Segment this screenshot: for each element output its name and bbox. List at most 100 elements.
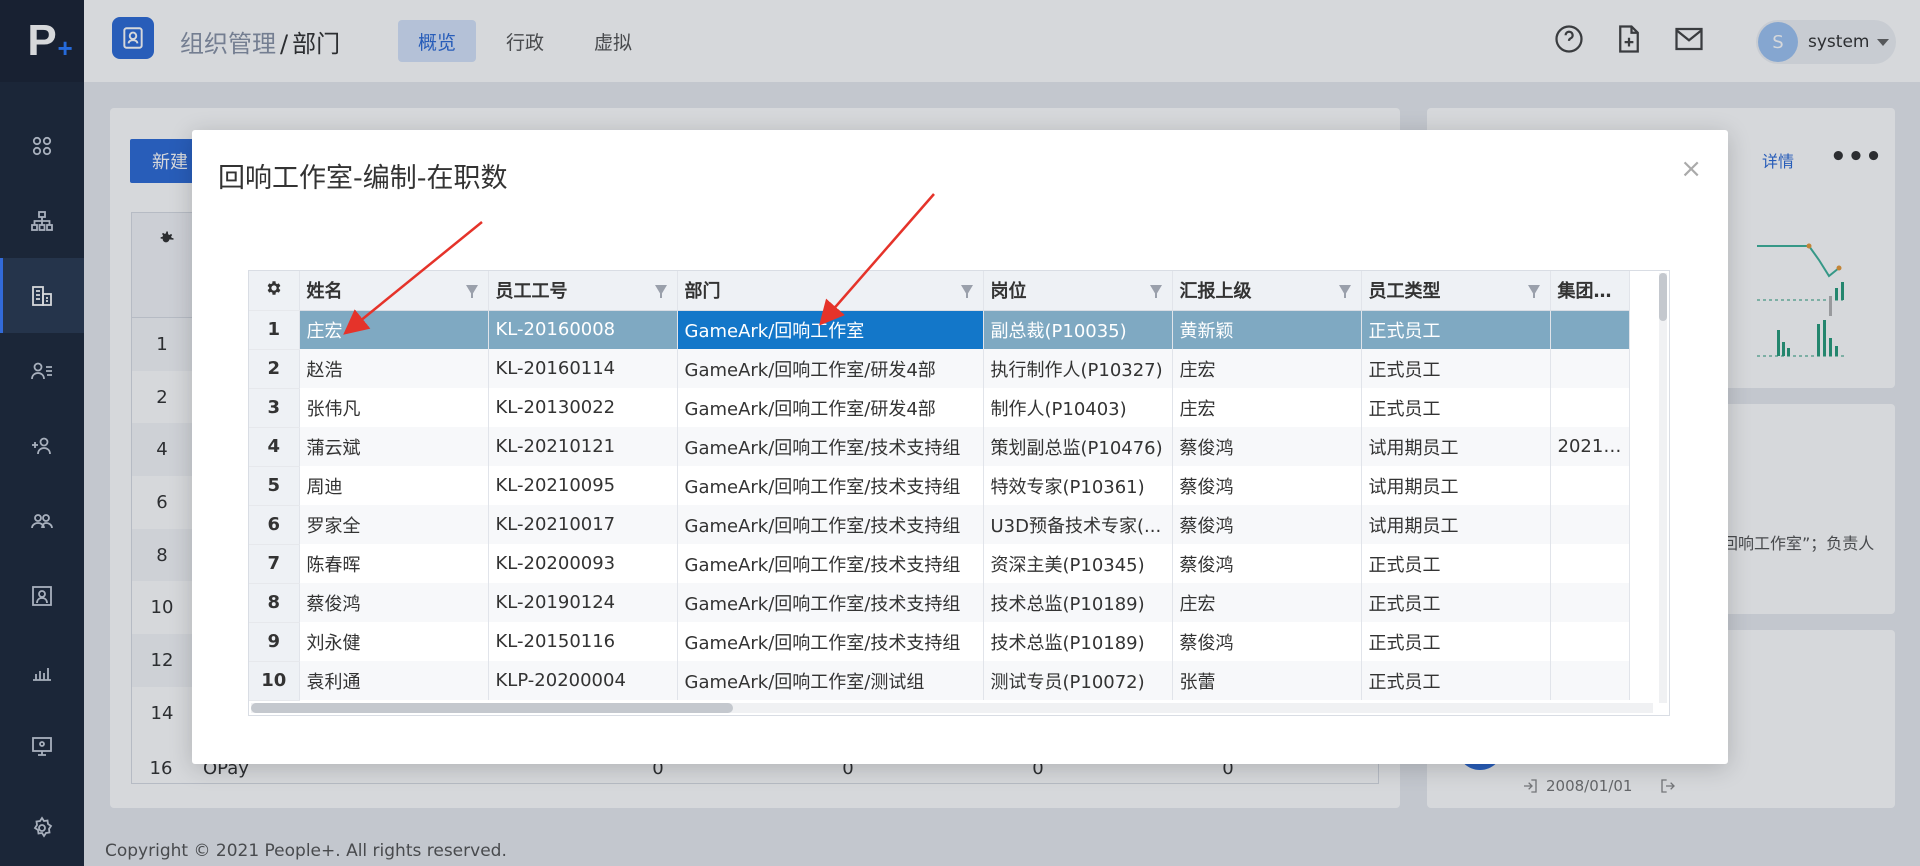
cell-department[interactable]: GameArk/回响工作室/技术支持组: [677, 466, 984, 505]
table-row[interactable]: 3 张伟凡 KL-20130022 GameArk/回响工作室/研发4部 制作人(P10…: [249, 388, 1630, 428]
cell-employee-type[interactable]: 正式员工: [1361, 349, 1551, 388]
column-header-department[interactable]: 部门: [677, 271, 984, 311]
cell-employee-type[interactable]: 正式员工: [1361, 622, 1551, 661]
cell-join-date[interactable]: [1550, 310, 1630, 349]
cell-join-date[interactable]: [1550, 466, 1630, 505]
cell-position[interactable]: 技术总监(P10189): [983, 583, 1173, 622]
column-header-name[interactable]: 姓名: [299, 271, 489, 311]
cell-name[interactable]: 周迪: [299, 466, 489, 505]
cell-name[interactable]: 罗家全: [299, 505, 489, 544]
column-header-employee-type[interactable]: 员工类型: [1361, 271, 1551, 311]
cell-manager[interactable]: 张蕾: [1172, 661, 1362, 700]
column-header-join-date[interactable]: 集团入职日期: [1550, 271, 1630, 311]
cell-employee-id[interactable]: KL-20150116: [488, 622, 678, 661]
cell-employee-type[interactable]: 正式员工: [1361, 661, 1551, 700]
cell-name[interactable]: 庄宏: [299, 310, 489, 349]
column-settings[interactable]: [249, 271, 300, 311]
cell-employee-id[interactable]: KL-20130022: [488, 388, 678, 427]
cell-employee-id[interactable]: KL-20210017: [488, 505, 678, 544]
cell-department[interactable]: GameArk/回响工作室/测试组: [677, 661, 984, 700]
horizontal-scrollbar[interactable]: [251, 703, 1653, 713]
filter-icon[interactable]: [654, 285, 667, 298]
cell-manager[interactable]: 黄新颖: [1172, 310, 1362, 349]
cell-employee-id[interactable]: KL-20200093: [488, 544, 678, 583]
cell-join-date[interactable]: [1550, 661, 1630, 700]
cell-manager[interactable]: 蔡俊鸿: [1172, 466, 1362, 505]
cell-manager[interactable]: 蔡俊鸿: [1172, 544, 1362, 583]
column-header-position[interactable]: 岗位: [983, 271, 1173, 311]
cell-department[interactable]: GameArk/回响工作室/技术支持组: [677, 622, 984, 661]
cell-department[interactable]: GameArk/回响工作室/研发4部: [677, 349, 984, 388]
cell-department[interactable]: GameArk/回响工作室/研发4部: [677, 388, 984, 427]
column-header-employee-id[interactable]: 员工工号: [488, 271, 678, 311]
cell-join-date[interactable]: [1550, 583, 1630, 622]
cell-employee-id[interactable]: KL-20160114: [488, 349, 678, 388]
cell-manager[interactable]: 蔡俊鸿: [1172, 427, 1362, 466]
cell-employee-id[interactable]: KL-20210095: [488, 466, 678, 505]
cell-position[interactable]: 制作人(P10403): [983, 388, 1173, 427]
cell-position[interactable]: 测试专员(P10072): [983, 661, 1173, 700]
cell-employee-type[interactable]: 正式员工: [1361, 388, 1551, 427]
table-row[interactable]: 1 庄宏 KL-20160008 GameArk/回响工作室 副总裁(P10035) 黄新…: [249, 310, 1630, 350]
cell-join-date[interactable]: [1550, 505, 1630, 544]
filter-icon[interactable]: [960, 285, 973, 298]
cell-name[interactable]: 蔡俊鸿: [299, 583, 489, 622]
cell-department[interactable]: GameArk/回响工作室/技术支持组: [677, 505, 984, 544]
row-index: 2: [249, 349, 300, 389]
cell-employee-type[interactable]: 试用期员工: [1361, 466, 1551, 505]
filter-icon[interactable]: [1149, 285, 1162, 298]
cell-employee-id[interactable]: KL-20210121: [488, 427, 678, 466]
cell-join-date[interactable]: [1550, 388, 1630, 427]
cell-employee-type[interactable]: 正式员工: [1361, 310, 1551, 349]
cell-join-date[interactable]: [1550, 544, 1630, 583]
cell-employee-id[interactable]: KLP-20200004: [488, 661, 678, 700]
vertical-scrollbar[interactable]: [1659, 273, 1667, 703]
cell-position[interactable]: 副总裁(P10035): [983, 310, 1173, 349]
scroll-thumb[interactable]: [1659, 273, 1667, 321]
filter-icon[interactable]: [1338, 285, 1351, 298]
cell-position[interactable]: 执行制作人(P10327): [983, 349, 1173, 388]
cell-name[interactable]: 蒲云斌: [299, 427, 489, 466]
cell-employee-type[interactable]: 正式员工: [1361, 583, 1551, 622]
cell-name[interactable]: 刘永健: [299, 622, 489, 661]
table-row[interactable]: 7 陈春晖 KL-20200093 GameArk/回响工作室/技术支持组 资深主美(P…: [249, 544, 1630, 584]
cell-join-date[interactable]: 2021-09-01: [1550, 427, 1630, 466]
cell-name[interactable]: 张伟凡: [299, 388, 489, 427]
filter-icon[interactable]: [1527, 285, 1540, 298]
cell-position[interactable]: 特效专家(P10361): [983, 466, 1173, 505]
cell-employee-type[interactable]: 试用期员工: [1361, 505, 1551, 544]
cell-manager[interactable]: 蔡俊鸿: [1172, 622, 1362, 661]
table-row[interactable]: 2 赵浩 KL-20160114 GameArk/回响工作室/研发4部 执行制作人(P1…: [249, 349, 1630, 389]
cell-employee-type[interactable]: 试用期员工: [1361, 427, 1551, 466]
column-header-manager[interactable]: 汇报上级: [1172, 271, 1362, 311]
cell-position[interactable]: 技术总监(P10189): [983, 622, 1173, 661]
cell-department[interactable]: GameArk/回响工作室/技术支持组: [677, 583, 984, 622]
table-row[interactable]: 6 罗家全 KL-20210017 GameArk/回响工作室/技术支持组 U3D预备技…: [249, 505, 1630, 545]
cell-manager[interactable]: 庄宏: [1172, 583, 1362, 622]
cell-name[interactable]: 陈春晖: [299, 544, 489, 583]
scroll-thumb[interactable]: [251, 703, 733, 713]
filter-icon[interactable]: [465, 285, 478, 298]
table-row[interactable]: 10 袁利通 KLP-20200004 GameArk/回响工作室/测试组 测试专员(P…: [249, 661, 1630, 701]
cell-position[interactable]: 策划副总监(P10476): [983, 427, 1173, 466]
cell-name[interactable]: 赵浩: [299, 349, 489, 388]
cell-employee-type[interactable]: 正式员工: [1361, 544, 1551, 583]
cell-manager[interactable]: 庄宏: [1172, 388, 1362, 427]
table-row[interactable]: 8 蔡俊鸿 KL-20190124 GameArk/回响工作室/技术支持组 技术总监(P…: [249, 583, 1630, 623]
cell-manager[interactable]: 蔡俊鸿: [1172, 505, 1362, 544]
cell-department[interactable]: GameArk/回响工作室: [677, 310, 984, 349]
cell-department[interactable]: GameArk/回响工作室/技术支持组: [677, 544, 984, 583]
cell-position[interactable]: U3D预备技术专家(...: [983, 505, 1173, 544]
cell-department[interactable]: GameArk/回响工作室/技术支持组: [677, 427, 984, 466]
cell-join-date[interactable]: [1550, 349, 1630, 388]
table-row[interactable]: 9 刘永健 KL-20150116 GameArk/回响工作室/技术支持组 技术总监(P…: [249, 622, 1630, 662]
cell-employee-id[interactable]: KL-20160008: [488, 310, 678, 349]
cell-manager[interactable]: 庄宏: [1172, 349, 1362, 388]
cell-join-date[interactable]: [1550, 622, 1630, 661]
cell-employee-id[interactable]: KL-20190124: [488, 583, 678, 622]
table-row[interactable]: 5 周迪 KL-20210095 GameArk/回响工作室/技术支持组 特效专家(P1…: [249, 466, 1630, 506]
cell-name[interactable]: 袁利通: [299, 661, 489, 700]
close-icon[interactable]: ×: [1680, 154, 1702, 184]
cell-position[interactable]: 资深主美(P10345): [983, 544, 1173, 583]
table-row[interactable]: 4 蒲云斌 KL-20210121 GameArk/回响工作室/技术支持组 策划副总监(…: [249, 427, 1630, 467]
